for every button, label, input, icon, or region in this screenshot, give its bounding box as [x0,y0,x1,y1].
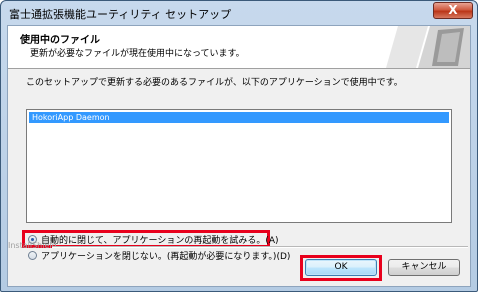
close-button[interactable]: X [433,2,473,19]
files-in-use-message: このセットアップで更新する必要のあるファイルが、以下のアプリケーションで使用中で… [26,78,403,88]
installer-graphic-icon [386,26,470,68]
installshield-label: InstallShield [8,241,57,250]
dialog-header: 使用中のファイル 更新が必要なファイルが現在使用中になっています。 [8,26,470,69]
close-icon: X [448,3,458,17]
ok-button[interactable]: OK [305,259,377,276]
radio-unselected-icon[interactable] [28,250,37,260]
header-title: 使用中のファイル [20,35,100,46]
radio-do-not-close[interactable]: アプリケーションを閉じない。(再起動が必要になります。)(D) [28,248,290,262]
setup-window: 富士通拡張機能ユーティリティ セットアップ X 使用中のファイル 更新が必要なフ… [0,0,478,292]
title-bar[interactable]: 富士通拡張機能ユーティリティ セットアップ X [1,1,477,25]
application-list[interactable]: HokoriApp Daemon [26,109,452,223]
footer-divider [52,246,468,248]
radio-auto-close-label: 自動的に閉じて、アプリケーションの再起動を試みる。(A) [41,235,279,246]
list-item[interactable]: HokoriApp Daemon [29,112,449,123]
radio-do-not-close-label: アプリケーションを閉じない。(再起動が必要になります。)(D) [41,251,291,262]
radio-auto-close[interactable]: 自動的に閉じて、アプリケーションの再起動を試みる。(A) [28,232,279,246]
cancel-button[interactable]: キャンセル [388,259,460,276]
header-subtitle: 更新が必要なファイルが現在使用中になっています。 [30,49,245,59]
dialog-body: 使用中のファイル 更新が必要なファイルが現在使用中になっています。 このセットア… [7,25,471,287]
window-title: 富士通拡張機能ユーティリティ セットアップ [9,8,232,21]
